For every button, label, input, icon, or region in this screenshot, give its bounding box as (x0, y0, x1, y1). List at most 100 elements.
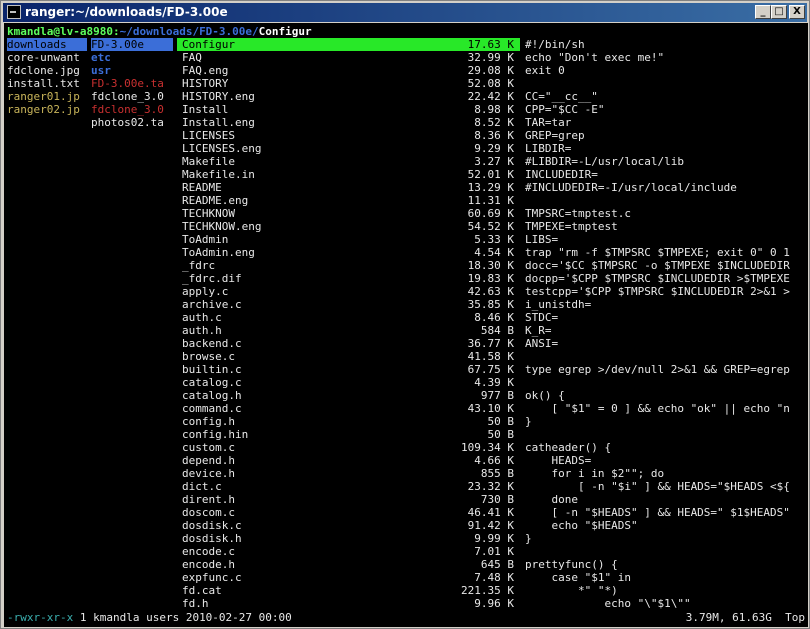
file-size: 42.63 K (467, 285, 514, 298)
dir-item[interactable]: photos02.ta (91, 116, 173, 129)
preview-line: done (525, 493, 578, 506)
preview-line: echo "Don't exec me!" (525, 51, 665, 64)
file-size: 36.77 K (467, 337, 514, 350)
file-size: 645 B (480, 558, 514, 571)
parent-dir-item[interactable]: core-unwant (7, 51, 87, 64)
preview-line (525, 194, 808, 207)
file-size: 46.41 K (467, 506, 514, 519)
dir-item[interactable]: etc (91, 51, 173, 64)
file-size: 60.69 K (467, 207, 514, 220)
preview-line (525, 350, 808, 363)
preview-line: } (525, 415, 532, 428)
preview-line: STDC= (525, 311, 559, 324)
dir-item[interactable]: FD-3.00e.ta (91, 77, 173, 90)
preview-line: TMPSRC=tmptest.c (525, 207, 631, 220)
preview-line: LIBDIR= (525, 142, 572, 155)
dir-item[interactable]: usr (91, 64, 173, 77)
preview-line: HEADS= (525, 454, 592, 467)
parent-dir-item[interactable]: ranger02.jp (7, 103, 87, 116)
file-size: 32.99 K (467, 51, 514, 64)
file-size: 22.42 K (467, 90, 514, 103)
file-size: 52.01 K (467, 168, 514, 181)
close-button[interactable]: X (789, 5, 805, 19)
preview-line (525, 545, 808, 558)
preview-line: [ -n "$HEADS" ] && HEADS=" $1$HEADS" (525, 506, 790, 519)
preview-line: ANSI= (525, 337, 559, 350)
preview-line: #INCLUDEDIR=-I/usr/local/include (525, 181, 737, 194)
preview-line: echo "$HEADS" (525, 519, 638, 532)
dir-item[interactable]: FD-3.00e (91, 38, 173, 51)
preview-line: #!/bin/sh (525, 38, 585, 51)
status-bar-right: 3.79M, 61.63G Top (685, 611, 805, 624)
file-size: 8.36 K (474, 129, 514, 142)
preview-line: for i in $2""; do (525, 467, 665, 480)
file-size: 4.54 K (474, 246, 514, 259)
current-file: Configur (258, 25, 312, 38)
preview-line: } (525, 532, 532, 545)
parent-dir-item[interactable]: ranger01.jp (7, 90, 87, 103)
dir-item[interactable]: fdclone_3.0 (91, 103, 173, 116)
minimize-button[interactable]: _ (755, 5, 771, 19)
file-size: 4.66 K (474, 454, 514, 467)
file-size: 8.46 K (474, 311, 514, 324)
terminal-window: ranger:~/downloads/FD-3.00e _ □ X kmandl… (0, 0, 810, 629)
preview-line: #LIBDIR=-L/usr/local/lib (525, 155, 684, 168)
preview-line (525, 428, 808, 441)
user-host: kmandla@lv-a8980: (7, 25, 120, 38)
terminal-area[interactable]: kmandla@lv-a8980:~/downloads/FD-3.00e/Co… (4, 23, 808, 627)
file-size: 41.58 K (467, 350, 514, 363)
file-size: 7.01 K (474, 545, 514, 558)
file-size: 67.75 K (467, 363, 514, 376)
status-bar-left: -rwxr-xr-x 1 kmandla users 2010-02-27 00… (7, 611, 292, 624)
file-size: 18.30 K (467, 259, 514, 272)
preview-line: prettyfunc() { (525, 558, 618, 571)
preview-line: exit 0 (525, 64, 565, 77)
file-size: 9.99 K (474, 532, 514, 545)
path-header: kmandla@lv-a8980:~/downloads/FD-3.00e/Co… (7, 25, 312, 38)
file-size: 584 B (480, 324, 514, 337)
parent-dir-item[interactable]: install.txt (7, 77, 87, 90)
preview-line: TAR=tar (525, 116, 572, 129)
file-size: 9.29 K (474, 142, 514, 155)
file-size: 91.42 K (467, 519, 514, 532)
file-size: 5.33 K (474, 233, 514, 246)
file-size: 23.32 K (467, 480, 514, 493)
file-size: 8.52 K (474, 116, 514, 129)
file-size: 4.39 K (474, 376, 514, 389)
preview-line: docpp='$CPP $TMPSRC $INCLUDEDIR >$TMPEXE (525, 272, 790, 285)
preview-line: CC="__cc__" (525, 90, 598, 103)
file-size: 50 B (487, 415, 515, 428)
current-path: ~/downloads/FD-3.00e/ (119, 25, 259, 38)
file-size: 109.34 K (461, 441, 514, 454)
preview-line: trap "rm -f $TMPSRC $TMPEXE; exit 0" 0 1 (525, 246, 790, 259)
title-bar[interactable]: ranger:~/downloads/FD-3.00e _ □ X (3, 3, 807, 22)
preview-line: testcpp='$CPP $TMPSRC $INCLUDEDIR 2>&1 > (525, 285, 790, 298)
file-size: 52.08 K (467, 77, 514, 90)
preview-line: case "$1" in (525, 571, 631, 584)
parent-dir-item[interactable]: fdclone.jpg (7, 64, 87, 77)
preview-line: INCLUDEDIR= (525, 168, 598, 181)
preview-line (525, 77, 808, 90)
maximize-button[interactable]: □ (771, 5, 787, 19)
dir-item[interactable]: fdclone_3.0 (91, 90, 173, 103)
preview-line: echo "\"$1\"" (525, 597, 691, 610)
preview-line: CPP="$CC -E" (525, 103, 605, 116)
file-size: 3.27 K (474, 155, 514, 168)
file-size: 29.08 K (467, 64, 514, 77)
parent-dir-item[interactable]: downloads (7, 38, 87, 51)
preview-line: K_R= (525, 324, 552, 337)
file-size: 855 B (480, 467, 514, 480)
file-size: 11.31 K (467, 194, 514, 207)
file-size: 8.98 K (474, 103, 514, 116)
file-size: 54.52 K (467, 220, 514, 233)
file-permissions: -rwxr-xr-x (7, 611, 74, 624)
file-size: 977 B (480, 389, 514, 402)
preview-line: catheader() { (525, 441, 612, 454)
terminal-icon (7, 5, 21, 19)
file-size: 730 B (480, 493, 514, 506)
file-size: 7.48 K (474, 571, 514, 584)
preview-line: TMPEXE=tmptest (525, 220, 618, 233)
window-title: ranger:~/downloads/FD-3.00e (25, 5, 228, 19)
file-info: 1 kmandla users 2010-02-27 00:00 (73, 611, 292, 624)
preview-line: [ "$1" = 0 ] && echo "ok" || echo "n (525, 402, 790, 415)
